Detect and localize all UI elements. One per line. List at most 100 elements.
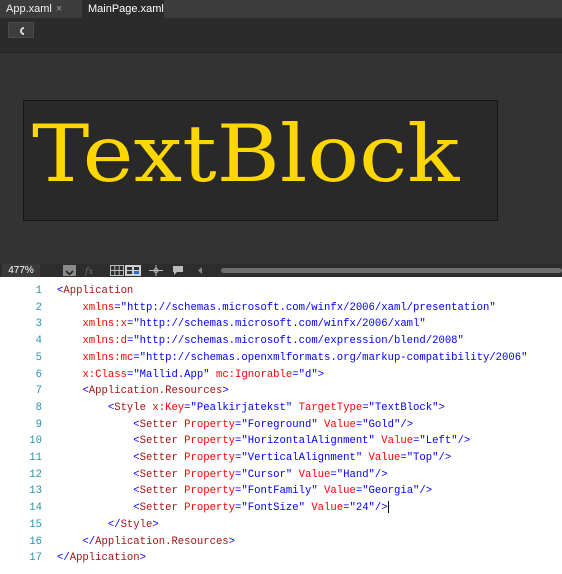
- line-number: 14: [29, 502, 42, 515]
- code-line[interactable]: 11 <Setter Property="VerticalAlignment" …: [0, 450, 562, 466]
- code-line[interactable]: 14 <Setter Property="FontSize" Value="24…: [0, 500, 562, 516]
- code-line[interactable]: 17 </Application>: [0, 550, 562, 566]
- code-token-attr: Value: [381, 435, 414, 448]
- code-line[interactable]: 7 <Application.Resources>: [0, 383, 562, 399]
- zoom-level[interactable]: 477%: [2, 264, 40, 277]
- code-token-val: "Left": [419, 435, 458, 448]
- code-token-pun: >: [222, 385, 229, 398]
- code-token-attr: Value: [324, 485, 356, 498]
- code-token-tag: Application: [69, 552, 140, 565]
- line-number: 9: [35, 418, 42, 431]
- code-token-pun: </: [82, 535, 96, 548]
- code-line[interactable]: 12 <Setter Property="Cursor" Value="Hand…: [0, 467, 562, 483]
- code-token-val: "http://schemas.microsoft.com/winfx/2006…: [120, 301, 496, 314]
- code-token-val: "Hand": [336, 468, 375, 481]
- code-text: <Setter Property="Cursor" Value="Hand"/>: [57, 467, 388, 483]
- code-token-val: "FontFamily": [241, 485, 318, 498]
- horizontal-scrollbar[interactable]: [221, 268, 562, 273]
- code-token-attr: Value: [298, 468, 331, 481]
- code-token-attr: mc:Ignorable: [215, 368, 293, 381]
- line-number: 3: [35, 318, 42, 331]
- code-token-val: "TextBlock": [368, 401, 439, 414]
- code-token-val: "http://schemas.microsoft.com/expression…: [133, 335, 464, 348]
- code-token-pun: />: [374, 468, 388, 481]
- code-token-tag: Setter: [139, 452, 178, 464]
- code-token-attr: xmlns:d: [82, 335, 127, 348]
- tab-label: MainPage.xaml: [88, 3, 164, 15]
- code-line[interactable]: 9 <Setter Property="Foreground" Value="G…: [0, 417, 562, 433]
- code-token-tag: Style: [120, 518, 153, 531]
- code-token-tag: Style: [114, 401, 147, 414]
- code-token-attr: Value: [368, 452, 401, 464]
- code-token-tag: Setter: [139, 502, 178, 515]
- code-line[interactable]: 16 </Application.Resources>: [0, 534, 562, 550]
- xaml-code-editor[interactable]: 1 <Application 2 xmlns="http://schemas.mic…: [0, 277, 562, 574]
- code-text: xmlns="http://schemas.microsoft.com/winf…: [57, 300, 496, 316]
- snap-lines-icon[interactable]: [149, 265, 163, 276]
- textblock-preview-text: TextBlock: [32, 108, 460, 201]
- code-line[interactable]: 13 <Setter Property="FontFamily" Value="…: [0, 483, 562, 499]
- code-token-tag: Setter: [139, 418, 178, 431]
- code-token-attr: x:Key: [152, 401, 185, 414]
- code-line[interactable]: 2 xmlns="http://schemas.microsoft.com/wi…: [0, 300, 562, 316]
- code-token-pun: >: [139, 552, 147, 565]
- line-number: 10: [29, 435, 42, 448]
- code-token-attr: Property: [184, 468, 236, 481]
- line-number: 12: [29, 468, 42, 481]
- tab-app-xaml[interactable]: App.xaml ×: [0, 0, 82, 18]
- snap-grid-icon[interactable]: [125, 265, 141, 276]
- code-line[interactable]: 1 <Application: [0, 283, 562, 299]
- grid-icon[interactable]: [110, 265, 124, 276]
- code-line[interactable]: 3 xmlns:x="http://schemas.microsoft.com/…: [0, 316, 562, 332]
- code-token-val: "FontSize": [241, 502, 305, 515]
- line-number: 13: [29, 485, 42, 498]
- tab-mainpage-xaml[interactable]: MainPage.xaml: [82, 0, 164, 18]
- code-token-val: "HorizontalAlignment": [241, 435, 375, 448]
- code-token-pun: >: [152, 518, 159, 531]
- code-token-pun: />: [438, 452, 452, 464]
- text-caret: [387, 501, 389, 514]
- code-token-pun: </: [107, 518, 121, 531]
- scroll-left-icon[interactable]: [196, 265, 204, 276]
- code-line[interactable]: 5 xmlns:mc="http://schemas.openxmlformat…: [0, 350, 562, 366]
- line-number: 8: [35, 401, 42, 414]
- code-text: <Setter Property="FontSize" Value="24"/>: [57, 500, 389, 516]
- code-token-tag: Setter: [139, 485, 178, 498]
- code-token-pun: >: [438, 401, 445, 414]
- textblock-preview[interactable]: TextBlock: [23, 100, 498, 221]
- code-token-attr: Value: [324, 418, 356, 431]
- zoom-dropdown-icon[interactable]: [63, 265, 76, 276]
- code-text: <Application.Resources>: [57, 383, 229, 399]
- line-number: 5: [35, 351, 42, 364]
- line-number: 2: [35, 301, 42, 314]
- line-number: 1: [35, 285, 42, 297]
- annotations-icon[interactable]: [172, 265, 184, 276]
- code-token-val: "24": [349, 502, 375, 515]
- code-line[interactable]: 8 <Style x:Key="Pealkirjatekst" TargetTy…: [0, 400, 562, 416]
- code-token-tag: Application.Resources: [88, 385, 223, 398]
- code-line[interactable]: 6 x:Class="Mallid.App" mc:Ignorable="d">: [0, 367, 562, 383]
- code-token-val: "Mallid.App": [133, 368, 210, 381]
- code-text: </Style>: [57, 517, 159, 533]
- line-number: 7: [35, 385, 42, 398]
- code-line[interactable]: 15 </Style>: [0, 517, 562, 533]
- code-token-attr: Property: [184, 418, 236, 431]
- code-token-val: "Cursor": [241, 468, 293, 481]
- code-text: x:Class="Mallid.App" mc:Ignorable="d">: [57, 367, 324, 383]
- code-token-val: "VerticalAlignment": [241, 452, 363, 464]
- close-icon[interactable]: ×: [56, 3, 62, 15]
- effects-icon[interactable]: fx: [84, 265, 94, 276]
- code-text: xmlns:d="http://schemas.microsoft.com/ex…: [57, 333, 464, 349]
- code-token-attr: x:Class: [82, 368, 127, 381]
- code-token-tag: Setter: [139, 468, 178, 481]
- code-text: <Setter Property="Foreground" Value="Gol…: [57, 417, 413, 433]
- line-number: 16: [29, 535, 42, 548]
- line-number: 11: [29, 452, 42, 464]
- back-button[interactable]: [8, 22, 34, 38]
- line-number: 15: [29, 518, 42, 531]
- code-line[interactable]: 10 <Setter Property="HorizontalAlignment…: [0, 433, 562, 449]
- code-token-attr: Property: [184, 435, 236, 448]
- design-surface[interactable]: TextBlock: [0, 18, 562, 264]
- code-line[interactable]: 4 xmlns:d="http://schemas.microsoft.com/…: [0, 333, 562, 349]
- code-text: <Setter Property="FontFamily" Value="Geo…: [57, 483, 432, 499]
